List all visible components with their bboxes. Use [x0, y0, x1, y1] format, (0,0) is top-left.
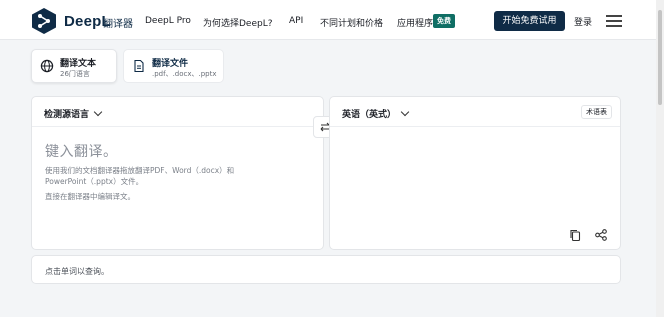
login-link[interactable]: 登录 — [574, 15, 592, 28]
tab-title: 翻译文本 — [60, 59, 97, 69]
glossary-button[interactable]: 术语表 — [581, 105, 612, 119]
dictionary-hint: 点击单词以查询。 — [45, 267, 109, 276]
dictionary-bar: 点击单词以查询。 — [31, 255, 621, 284]
nav-why-deepl[interactable]: 为何选择DeepL? — [203, 16, 273, 29]
tab-subtitle: 26门语言 — [60, 70, 90, 78]
document-icon — [134, 59, 144, 73]
tab-translate-text[interactable]: 翻译文本 26门语言 — [31, 49, 117, 83]
document-hint-line: PowerPoint（.pptx）文件。 — [45, 177, 144, 186]
top-navigation-bar: DeepL 翻译器 DeepL Pro 为何选择DeepL? API 不同计划和… — [0, 0, 656, 40]
nav-deepl-pro[interactable]: DeepL Pro — [145, 16, 191, 26]
source-input-placeholder[interactable]: 键入翻译。 — [45, 141, 118, 161]
nav-api[interactable]: API — [289, 16, 303, 26]
target-language-label: 英语（英式） — [342, 110, 397, 120]
tab-subtitle: .pdf、.docx、.pptx — [152, 70, 217, 78]
chevron-down-icon — [400, 107, 410, 117]
deepl-logo-icon[interactable] — [30, 7, 58, 35]
tab-title: 翻译文件 — [152, 59, 189, 69]
source-language-label: 检测源语言 — [44, 110, 90, 120]
copy-icon[interactable] — [568, 228, 582, 242]
start-free-trial-button[interactable]: 开始免费试用 — [494, 11, 565, 31]
source-text-panel[interactable]: 检测源语言 键入翻译。 使用我们的文档翻译器拖放翻译PDF、Word（.docx… — [31, 96, 324, 250]
source-panel-header: 检测源语言 — [32, 97, 323, 127]
share-icon[interactable] — [594, 228, 608, 242]
globe-icon — [40, 59, 54, 73]
document-hint-line: 使用我们的文档翻译器拖放翻译PDF、Word（.docx）和 — [45, 166, 235, 175]
free-badge: 免费 — [433, 14, 455, 28]
nav-plans-pricing[interactable]: 不同计划和价格 — [320, 16, 383, 29]
tab-translate-files[interactable]: 翻译文件 .pdf、.docx、.pptx — [123, 49, 224, 83]
hamburger-menu-icon[interactable] — [606, 15, 622, 27]
scrollbar-thumb[interactable] — [658, 10, 662, 105]
target-language-selector[interactable]: 英语（英式） — [342, 107, 410, 120]
target-panel-header: 英语（英式） 术语表 — [330, 97, 620, 127]
nav-apps[interactable]: 应用程序 — [397, 16, 433, 29]
brand-subtitle: 翻译器 — [103, 19, 133, 30]
chevron-down-icon — [93, 107, 103, 117]
target-text-panel: 英语（英式） 术语表 — [329, 96, 621, 250]
source-language-selector[interactable]: 检测源语言 — [44, 107, 103, 120]
edit-hint-line: 直接在翻译器中编辑译文。 — [45, 192, 135, 201]
